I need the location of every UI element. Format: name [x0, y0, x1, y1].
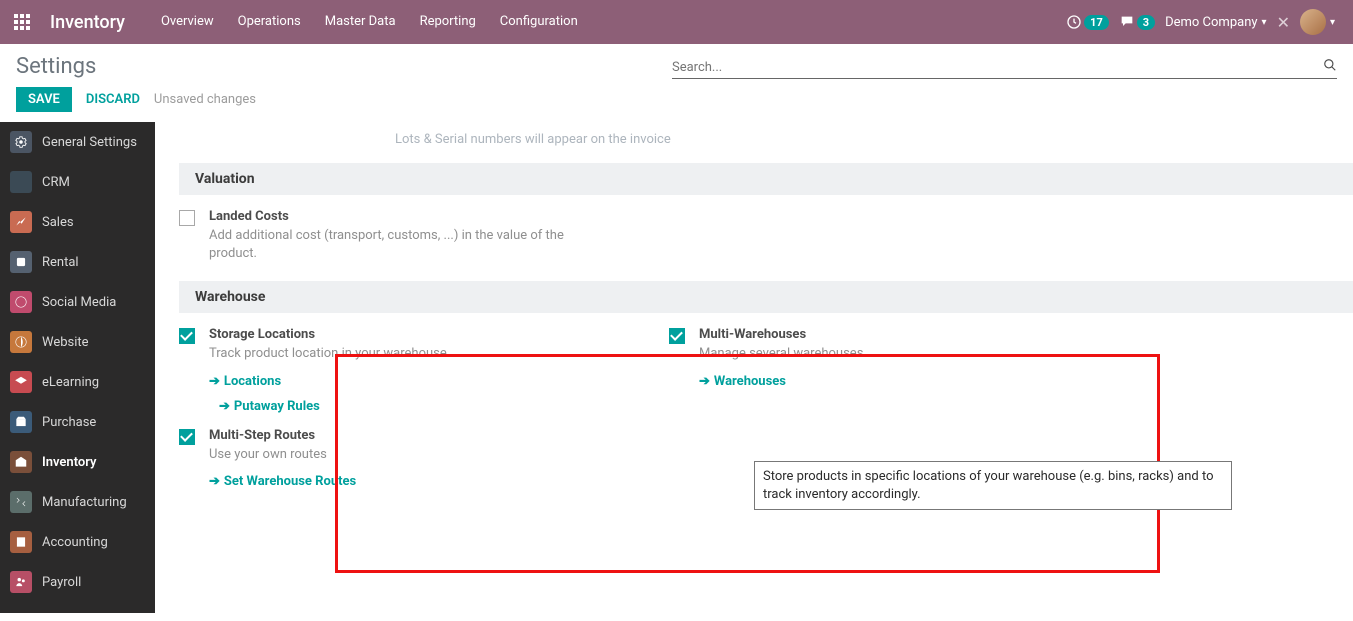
multi-warehouses-checkbox[interactable] [669, 328, 685, 344]
topnav-menu: Overview Operations Master Data Reportin… [149, 0, 590, 44]
apps-icon[interactable] [0, 0, 44, 44]
arrow-right-icon: ➔ [219, 399, 230, 414]
control-panel: Settings SAVE DISCARD Unsaved changes [0, 44, 1353, 122]
sidebar-item-payroll[interactable]: Payroll [0, 562, 155, 602]
landed-costs-checkbox[interactable] [179, 210, 195, 226]
menu-reporting[interactable]: Reporting [408, 0, 488, 44]
multi-step-routes-desc: Use your own routes [209, 446, 356, 464]
discard-button[interactable]: DISCARD [86, 92, 140, 107]
multi-warehouses-label: Multi-Warehouses [699, 327, 863, 342]
sidebar-item-website[interactable]: Website [0, 322, 155, 362]
messages-button[interactable]: 3 [1119, 14, 1155, 30]
sidebar-item-label: Sales [42, 215, 74, 230]
menu-configuration[interactable]: Configuration [488, 0, 590, 44]
previous-setting-desc: Lots & Serial numbers will appear on the… [355, 122, 1353, 163]
menu-operations[interactable]: Operations [226, 0, 313, 44]
putaway-rules-link[interactable]: ➔Putaway Rules [219, 399, 447, 414]
settings-content: Lots & Serial numbers will appear on the… [155, 122, 1353, 613]
sidebar-item-label: eLearning [42, 375, 99, 390]
sidebar-item-label: General Settings [42, 135, 137, 150]
sidebar-item-label: CRM [42, 175, 70, 190]
sidebar-item-label: Payroll [42, 575, 81, 590]
multi-warehouses-desc: Manage several warehouses [699, 345, 863, 363]
sidebar-item-manufacturing[interactable]: Manufacturing [0, 482, 155, 522]
arrow-right-icon: ➔ [209, 374, 220, 389]
landed-costs-desc: Add additional cost (transport, customs,… [209, 227, 569, 263]
caret-down-icon: ▾ [1330, 17, 1335, 28]
set-warehouse-routes-link[interactable]: ➔Set Warehouse Routes [209, 474, 356, 489]
storage-locations-label: Storage Locations [209, 327, 447, 342]
tooltip: Store products in specific locations of … [754, 461, 1232, 510]
avatar [1300, 9, 1326, 35]
arrow-right-icon: ➔ [699, 374, 710, 389]
landed-costs-label: Landed Costs [209, 209, 569, 224]
page-title: Settings [16, 54, 96, 79]
brand-title[interactable]: Inventory [50, 12, 125, 33]
storage-locations-desc: Track product location in your warehouse [209, 345, 447, 363]
locations-link[interactable]: ➔Locations [209, 374, 447, 389]
sidebar-item-label: Website [42, 335, 89, 350]
warehouses-link[interactable]: ➔Warehouses [699, 374, 863, 389]
search-icon[interactable] [1323, 58, 1337, 76]
save-button[interactable]: SAVE [16, 87, 72, 112]
sidebar-item-general[interactable]: General Settings [0, 122, 155, 162]
settings-sidebar: General Settings CRM Sales Rental Social… [0, 122, 155, 613]
company-switcher[interactable]: Demo Company ▾ [1165, 15, 1266, 30]
sidebar-item-purchase[interactable]: Purchase [0, 402, 155, 442]
sidebar-item-rental[interactable]: Rental [0, 242, 155, 282]
debug-close-icon[interactable]: ✕ [1277, 13, 1290, 32]
storage-locations-checkbox[interactable] [179, 328, 195, 344]
company-name: Demo Company [1165, 15, 1257, 30]
caret-down-icon: ▾ [1262, 17, 1267, 28]
menu-master-data[interactable]: Master Data [313, 0, 408, 44]
arrow-right-icon: ➔ [209, 474, 220, 489]
message-count: 3 [1137, 15, 1155, 30]
unsaved-changes-label: Unsaved changes [154, 92, 256, 107]
search-input[interactable] [672, 60, 1323, 75]
activity-button[interactable]: 17 [1066, 14, 1109, 30]
search-bar[interactable] [672, 56, 1337, 79]
sidebar-item-inventory[interactable]: Inventory [0, 442, 155, 482]
sidebar-item-social[interactable]: Social Media [0, 282, 155, 322]
section-valuation-header: Valuation [179, 163, 1353, 195]
sidebar-item-label: Inventory [42, 455, 97, 470]
sidebar-item-crm[interactable]: CRM [0, 162, 155, 202]
multi-step-routes-label: Multi-Step Routes [209, 428, 356, 443]
menu-overview[interactable]: Overview [149, 0, 226, 44]
sidebar-item-label: Manufacturing [42, 495, 127, 510]
sidebar-item-label: Purchase [42, 415, 96, 430]
user-menu[interactable]: ▾ [1300, 9, 1335, 35]
sidebar-item-label: Social Media [42, 295, 116, 310]
top-navbar: Inventory Overview Operations Master Dat… [0, 0, 1353, 44]
activity-count: 17 [1084, 15, 1109, 30]
sidebar-item-accounting[interactable]: Accounting [0, 522, 155, 562]
sidebar-item-elearning[interactable]: eLearning [0, 362, 155, 402]
sidebar-item-sales[interactable]: Sales [0, 202, 155, 242]
section-warehouse-header: Warehouse [179, 281, 1353, 313]
sidebar-item-label: Accounting [42, 535, 108, 550]
multi-step-routes-checkbox[interactable] [179, 429, 195, 445]
sidebar-item-label: Rental [42, 255, 79, 270]
